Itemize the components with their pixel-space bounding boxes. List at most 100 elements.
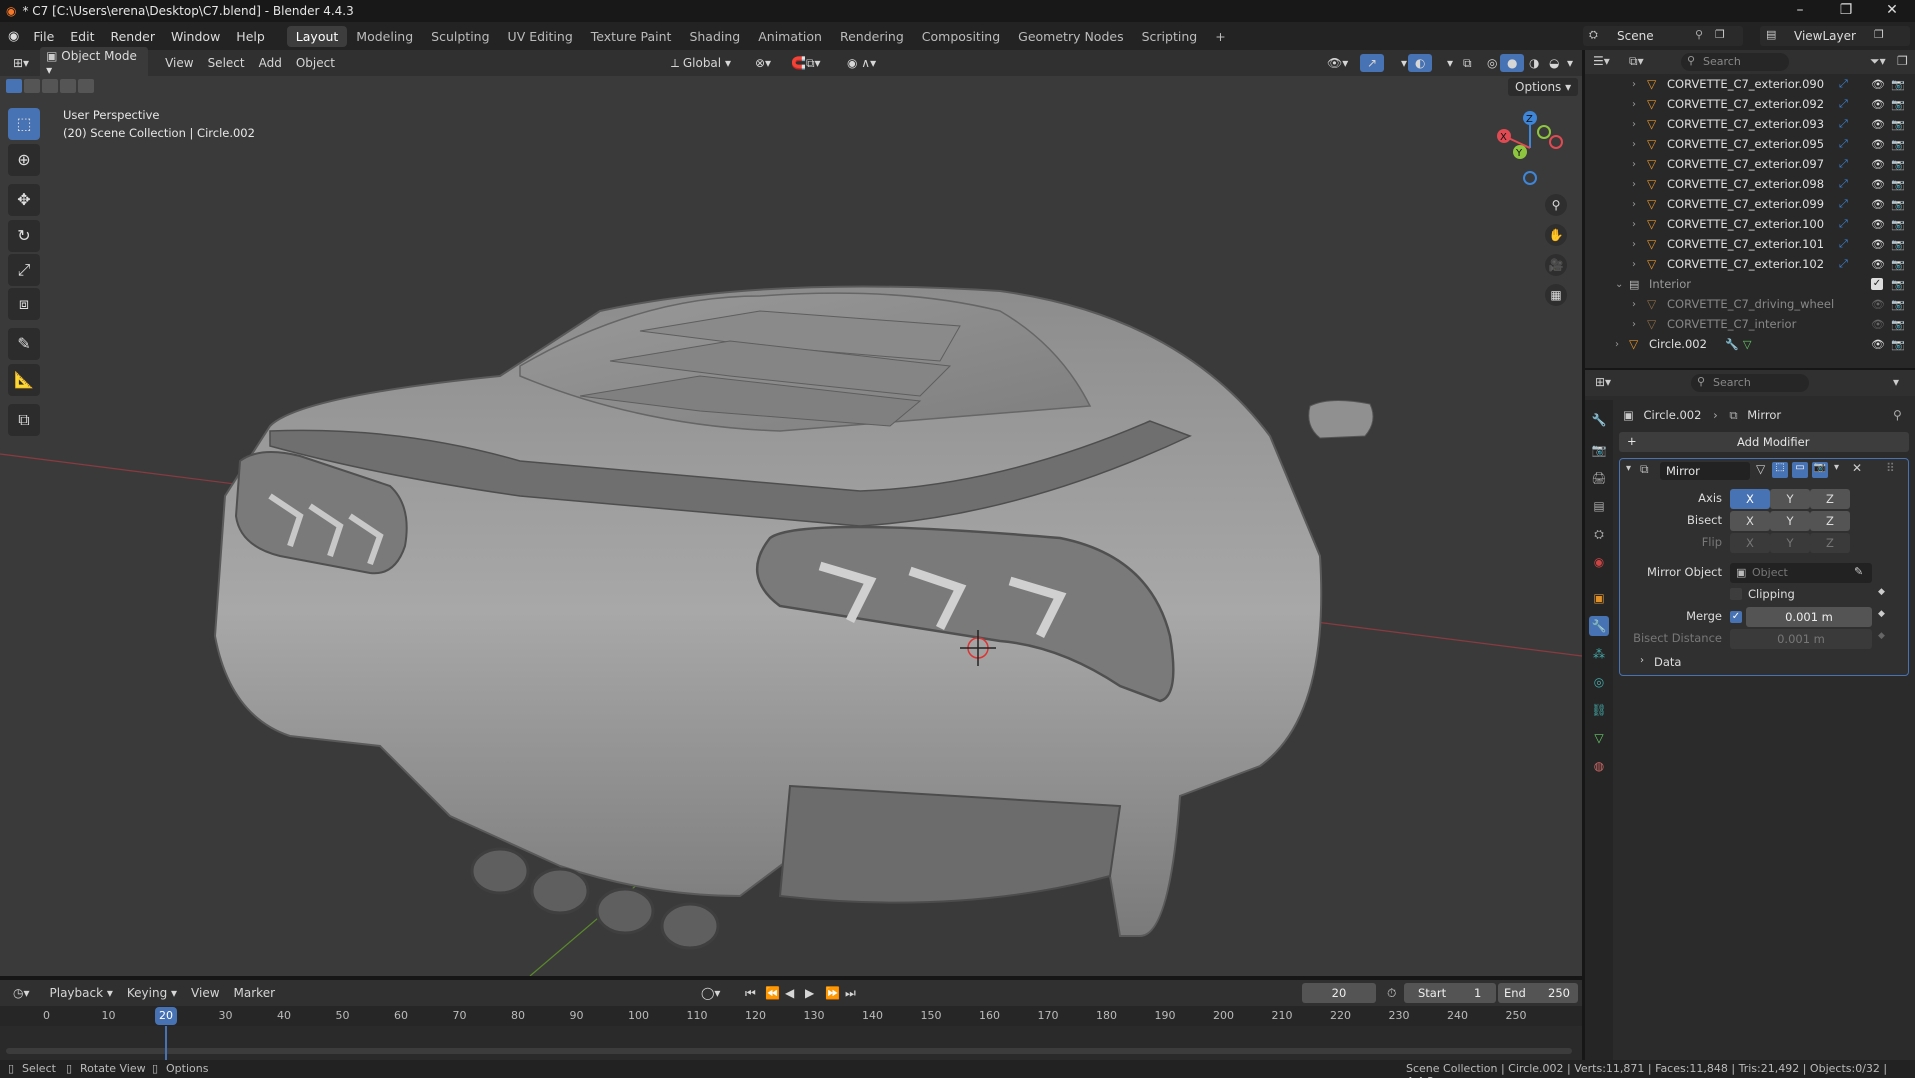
modifier-link-icon[interactable]: ⤢	[1839, 117, 1848, 131]
bisect-x-toggle[interactable]: X	[1730, 511, 1770, 531]
render-camera-icon[interactable]: 📷	[1891, 238, 1905, 251]
outliner-row[interactable]: › ▽ CORVETTE_C7_exterior.092 ⤢ 👁 📷	[1585, 94, 1915, 114]
playhead[interactable]: 20	[155, 1007, 177, 1025]
visibility-eye-icon[interactable]: 👁	[1871, 338, 1885, 351]
modifier-link-icon[interactable]: ⤢	[1839, 237, 1848, 251]
properties-search-input[interactable]: ⚲ Search	[1691, 374, 1809, 392]
scale-tool-icon[interactable]: ⤢	[8, 254, 40, 286]
new-collection-icon[interactable]: ❐	[1897, 54, 1908, 68]
auto-keying-icon[interactable]: ◯▾	[694, 984, 727, 1002]
collapse-arrow-icon[interactable]: ⌄	[1615, 279, 1623, 290]
options-dropdown[interactable]: Options ▾	[1508, 78, 1579, 96]
tab-rendering[interactable]: Rendering	[831, 26, 913, 47]
tool-tab-icon[interactable]: 🔧	[1589, 410, 1609, 430]
render-toggle-icon[interactable]: 📷	[1812, 462, 1828, 478]
ortho-grid-icon[interactable]: ▦	[1545, 284, 1567, 306]
minimize-button[interactable]: –	[1777, 0, 1823, 22]
end-frame-field[interactable]: End 250	[1498, 983, 1578, 1003]
tab-uv-editing[interactable]: UV Editing	[499, 26, 582, 47]
expand-arrow-icon[interactable]: ›	[1615, 339, 1619, 350]
modifier-link-icon[interactable]: ⤢	[1839, 97, 1848, 111]
drag-handle-icon[interactable]: ⠿	[1886, 461, 1895, 475]
data-expand-chevron-icon[interactable]: ›	[1640, 655, 1644, 666]
timeline-editor-icon[interactable]: ◷▾	[6, 984, 37, 1002]
tab-animation[interactable]: Animation	[749, 26, 831, 47]
rotate-tool-icon[interactable]: ↻	[8, 220, 40, 252]
tab-sculpting[interactable]: Sculpting	[422, 26, 498, 47]
view-layer-selector[interactable]: ▤ ViewLayer ❐	[1760, 26, 1910, 46]
outliner-row[interactable]: › ▽ CORVETTE_C7_driving_wheel 👁 📷	[1585, 294, 1915, 314]
flip-x-toggle[interactable]: X	[1730, 533, 1770, 553]
render-camera-icon[interactable]: 📷	[1891, 218, 1905, 231]
particles-tab-icon[interactable]: ⁂	[1589, 644, 1609, 664]
close-button[interactable]: ✕	[1869, 0, 1915, 22]
outliner-row[interactable]: › ▽ CORVETTE_C7_exterior.090 ⤢ 👁 📷	[1585, 74, 1915, 94]
render-camera-icon[interactable]: 📷	[1891, 158, 1905, 171]
visibility-eye-icon[interactable]: 👁	[1871, 218, 1885, 231]
render-tab-icon[interactable]: 📷	[1589, 440, 1609, 460]
object-tab-icon[interactable]: ▣	[1589, 588, 1609, 608]
menu-select[interactable]: Select	[201, 54, 252, 72]
visibility-eye-icon[interactable]: 👁	[1871, 318, 1885, 331]
menu-object[interactable]: Object	[289, 54, 342, 72]
move-tool-icon[interactable]: ✥	[8, 184, 40, 216]
flip-y-toggle[interactable]: Y	[1770, 533, 1810, 553]
properties-editor-icon[interactable]: ⊞▾	[1595, 375, 1611, 389]
cage-toggle-icon[interactable]: ⬚	[1772, 462, 1788, 478]
menu-edit[interactable]: Edit	[62, 29, 102, 44]
expand-arrow-icon[interactable]: ›	[1632, 239, 1636, 250]
pivot-icon[interactable]: ⊗▾	[748, 54, 778, 72]
visibility-eye-icon[interactable]: 👁	[1871, 258, 1885, 271]
blender-menu-icon[interactable]: ◉	[8, 29, 19, 44]
outliner-row[interactable]: › ▽ CORVETTE_C7_exterior.093 ⤢ 👁 📷	[1585, 114, 1915, 134]
camera-view-icon[interactable]: 🎥	[1545, 254, 1567, 276]
expand-arrow-icon[interactable]: ›	[1632, 79, 1636, 90]
tab-layout[interactable]: Layout	[286, 25, 348, 47]
visibility-icon[interactable]: 👁▾	[1320, 54, 1355, 72]
modifier-link-icon[interactable]: ⤢	[1839, 177, 1848, 191]
visibility-eye-icon[interactable]: 👁	[1871, 198, 1885, 211]
menu-render[interactable]: Render	[102, 29, 163, 44]
clipping-keyframe-icon[interactable]: ◆	[1878, 587, 1885, 597]
modifier-menu-icon[interactable]: ▾	[1834, 462, 1839, 473]
select-new-icon[interactable]	[6, 79, 22, 93]
visibility-eye-icon[interactable]: 👁	[1871, 138, 1885, 151]
merge-keyframe-icon[interactable]: ◆	[1878, 609, 1885, 619]
visibility-eye-icon[interactable]: 👁	[1871, 158, 1885, 171]
menu-help[interactable]: Help	[228, 29, 273, 44]
tab-compositing[interactable]: Compositing	[913, 26, 1009, 47]
snap-icon[interactable]: 🧲⧉▾	[784, 54, 828, 73]
navigation-gizmo[interactable]: Z X Y	[1490, 106, 1570, 196]
axis-x-toggle[interactable]: X	[1730, 489, 1770, 509]
cursor-tool-icon[interactable]: ⊕	[8, 144, 40, 176]
render-camera-icon[interactable]: 📷	[1891, 178, 1905, 191]
visibility-eye-icon[interactable]: 👁	[1871, 78, 1885, 91]
solid-shading-icon[interactable]: ●	[1500, 54, 1525, 72]
render-camera-icon[interactable]: 📷	[1891, 98, 1905, 111]
modifier-link-icon[interactable]: ⤢	[1839, 197, 1848, 211]
merge-checkbox[interactable]: ✓	[1730, 611, 1742, 623]
scene-selector[interactable]: ⛭ Scene ⚲ ❐	[1583, 26, 1743, 46]
outliner-editor-icon[interactable]: ☰▾	[1593, 54, 1610, 68]
menu-playback[interactable]: Playback ▾	[43, 984, 120, 1002]
constraints-tab-icon[interactable]: ⛓	[1589, 700, 1609, 720]
stopwatch-icon[interactable]: ⏱	[1380, 984, 1403, 1003]
tab-texture-paint[interactable]: Texture Paint	[582, 26, 681, 47]
modifier-link-icon[interactable]: ⤢	[1839, 77, 1848, 91]
outliner-row[interactable]: › ▽ CORVETTE_C7_interior 👁 📷	[1585, 314, 1915, 334]
bisect-distance-keyframe-icon[interactable]: ◆	[1878, 631, 1885, 641]
bisect-z-toggle[interactable]: Z	[1810, 511, 1850, 531]
zoom-icon[interactable]: ⚲	[1545, 194, 1567, 216]
clipping-checkbox[interactable]	[1730, 588, 1742, 600]
pin-icon[interactable]: ⚲	[1695, 28, 1703, 41]
maximize-button[interactable]: ❐	[1823, 0, 1869, 22]
editor-type-icon[interactable]: ⊞▾	[6, 54, 36, 72]
collapse-chevron-icon[interactable]: ▾	[1626, 463, 1631, 474]
render-camera-icon[interactable]: 📷	[1891, 258, 1905, 271]
modifier-name-input[interactable]: Mirror	[1660, 462, 1750, 480]
expand-arrow-icon[interactable]: ›	[1632, 99, 1636, 110]
modifier-link-icon[interactable]: ⤢	[1839, 217, 1848, 231]
3d-viewport[interactable]: User Perspective (20) Scene Collection |…	[0, 76, 1582, 976]
render-camera-icon[interactable]: 📷	[1891, 118, 1905, 131]
eyedropper-icon[interactable]: ✎	[1854, 565, 1863, 578]
